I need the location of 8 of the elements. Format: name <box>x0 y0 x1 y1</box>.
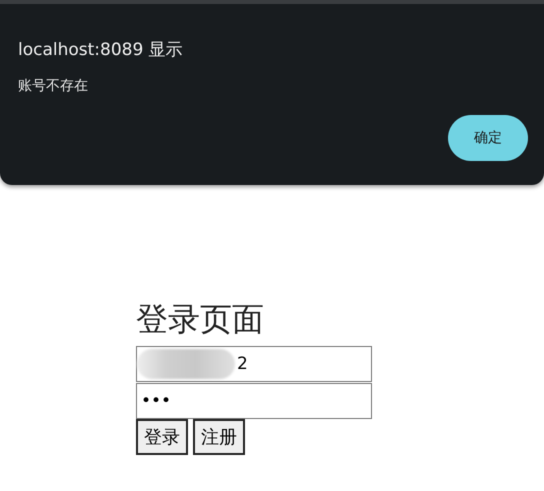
dialog-title: localhost:8089 显示 <box>18 39 184 61</box>
register-button[interactable]: 注册 <box>193 419 245 455</box>
username-field[interactable]: 2 <box>136 346 372 382</box>
ok-button[interactable]: 确定 <box>448 115 528 161</box>
page-heading: 登录页面 <box>136 299 264 340</box>
login-button[interactable]: 登录 <box>136 419 188 455</box>
password-field[interactable]: ••• <box>136 383 372 419</box>
dialog-message: 账号不存在 <box>18 77 89 95</box>
